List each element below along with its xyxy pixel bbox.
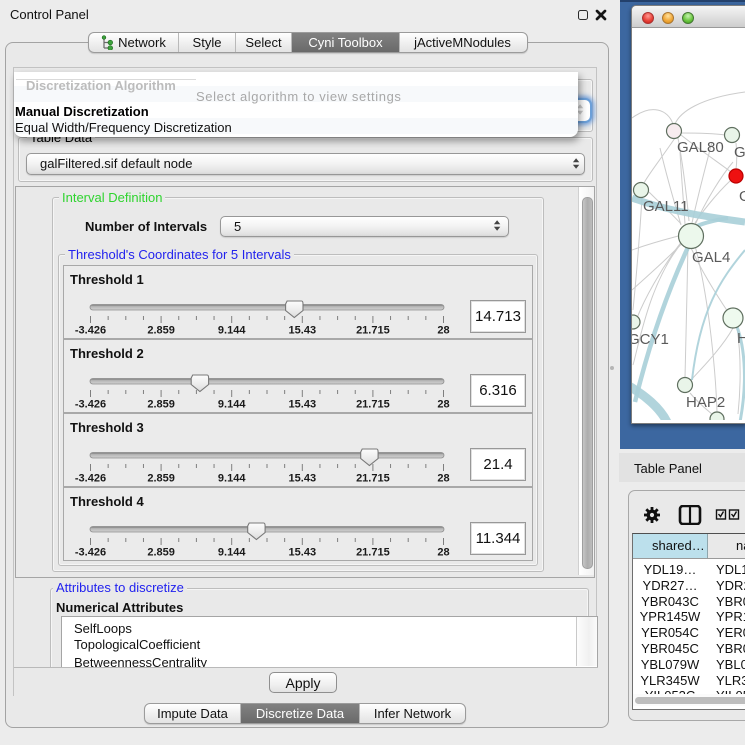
svg-text:9.144: 9.144 <box>218 399 246 411</box>
svg-text:GCY1: GCY1 <box>632 331 669 348</box>
svg-text:2.859: 2.859 <box>147 399 175 411</box>
svg-text:HAP2: HAP2 <box>686 394 725 411</box>
svg-text:15.43: 15.43 <box>289 325 317 337</box>
svg-text:21.715: 21.715 <box>356 399 390 411</box>
svg-text:G.: G. <box>734 144 745 161</box>
svg-text:-3.426: -3.426 <box>75 547 106 559</box>
svg-text:9.144: 9.144 <box>218 473 246 485</box>
svg-text:28: 28 <box>437 399 449 411</box>
svg-text:21.715: 21.715 <box>356 325 390 337</box>
svg-text:15.43: 15.43 <box>289 547 317 559</box>
svg-text:-3.426: -3.426 <box>75 399 106 411</box>
svg-text:GAL80: GAL80 <box>677 139 724 156</box>
svg-text:H: H <box>737 330 745 347</box>
svg-text:2.859: 2.859 <box>147 325 175 337</box>
svg-text:GAL4: GAL4 <box>692 249 730 266</box>
svg-text:15.43: 15.43 <box>289 473 317 485</box>
svg-text:2.859: 2.859 <box>147 547 175 559</box>
svg-text:15.43: 15.43 <box>289 399 317 411</box>
svg-text:-3.426: -3.426 <box>75 325 106 337</box>
svg-text:21.715: 21.715 <box>356 473 390 485</box>
svg-text:-3.426: -3.426 <box>75 473 106 485</box>
svg-text:28: 28 <box>437 473 449 485</box>
svg-text:28: 28 <box>437 547 449 559</box>
svg-text:21.715: 21.715 <box>356 547 390 559</box>
svg-text:GAL11: GAL11 <box>643 198 689 215</box>
svg-text:28: 28 <box>437 325 449 337</box>
svg-text:9.144: 9.144 <box>218 547 246 559</box>
svg-text:9.144: 9.144 <box>218 325 246 337</box>
svg-text:2.859: 2.859 <box>147 473 175 485</box>
svg-text:G: G <box>739 188 745 205</box>
